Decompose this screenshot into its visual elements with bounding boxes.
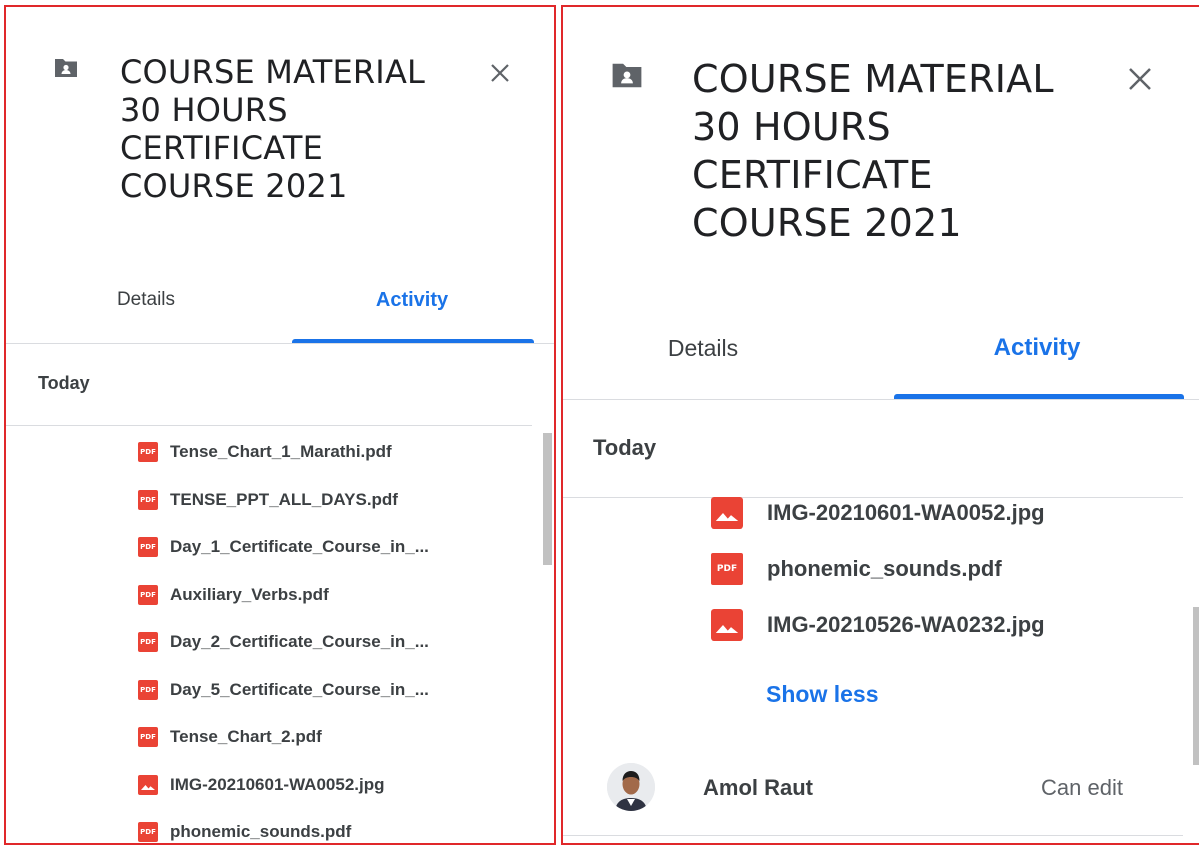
folder-title-line: COURSE 2021 [692, 201, 962, 245]
file-row[interactable]: PDF Tense_Chart_1_Marathi.pdf [138, 442, 392, 462]
avatar-photo-icon [607, 763, 655, 811]
permission-label[interactable]: Can edit [1041, 775, 1123, 801]
file-row[interactable]: PDF Day_1_Certificate_Course_in_... [138, 537, 429, 557]
pdf-file-icon: PDF [138, 727, 158, 747]
section-divider [6, 425, 532, 426]
scrollbar-thumb[interactable] [1193, 607, 1199, 765]
person-name: Amol Raut [703, 775, 813, 800]
file-name: phonemic_sounds.pdf [767, 556, 1002, 581]
folder-title-line: CERTIFICATE [692, 153, 933, 197]
image-file-icon [711, 497, 743, 529]
pdf-file-icon: PDF [138, 442, 158, 462]
tab-details[interactable]: Details [603, 335, 803, 362]
file-name: Day_5_Certificate_Course_in_... [170, 679, 429, 699]
tab-activity[interactable]: Activity [312, 289, 512, 312]
file-row[interactable]: IMG-20210601-WA0052.jpg [711, 497, 1045, 529]
file-row[interactable]: PDF Auxiliary_Verbs.pdf [138, 584, 329, 605]
file-name: phonemic_sounds.pdf [170, 822, 352, 841]
shared-folder-icon [55, 59, 77, 77]
tabs-divider [6, 343, 554, 344]
file-row[interactable]: PDF phonemic_sounds.pdf [711, 553, 1002, 585]
pdf-file-icon: PDF [711, 553, 743, 585]
folder-title-line: CERTIFICATE [120, 129, 324, 167]
folder-title: COURSE MATERIAL 30 HOURS CERTIFICATE COU… [120, 53, 425, 205]
activity-panel-left: COURSE MATERIAL 30 HOURS CERTIFICATE COU… [4, 5, 556, 845]
file-row[interactable]: IMG-20210601-WA0052.jpg [138, 774, 385, 795]
close-icon[interactable] [488, 61, 512, 85]
file-row[interactable]: PDF TENSE_PPT_ALL_DAYS.pdf [138, 489, 398, 510]
folder-title-line: COURSE MATERIAL [692, 57, 1054, 101]
file-name: IMG-20210601-WA0052.jpg [767, 500, 1045, 525]
tab-activity[interactable]: Activity [937, 334, 1137, 362]
section-label-today: Today [38, 373, 90, 393]
file-name: Day_2_Certificate_Course_in_... [170, 632, 429, 651]
tab-activity-label: Activity [375, 289, 449, 311]
scrollbar-thumb[interactable] [543, 433, 552, 565]
tabs-divider [563, 399, 1199, 400]
file-row[interactable]: PDF Day_5_Certificate_Course_in_... [138, 679, 429, 700]
shared-folder-icon [612, 63, 642, 88]
section-label-today: Today [593, 435, 657, 460]
file-name: IMG-20210601-WA0052.jpg [170, 774, 385, 794]
image-file-icon [138, 774, 158, 795]
file-row[interactable]: PDF Tense_Chart_2.pdf [138, 727, 322, 747]
pdf-file-icon: PDF [138, 584, 158, 605]
show-less-link[interactable]: Show less [766, 681, 878, 708]
file-name: Day_1_Certificate_Course_in_... [170, 537, 429, 556]
tab-activity-label: Activity [993, 334, 1081, 361]
file-row[interactable]: IMG-20210526-WA0232.jpg [711, 609, 1045, 641]
pdf-file-icon: PDF [138, 822, 158, 842]
folder-title-line: COURSE MATERIAL [120, 53, 426, 91]
pdf-file-icon: PDF [138, 537, 158, 557]
folder-title-line: COURSE 2021 [120, 167, 348, 205]
file-row[interactable]: PDF phonemic_sounds.pdf [138, 822, 351, 842]
folder-title: COURSE MATERIAL 30 HOURS CERTIFICATE COU… [692, 55, 1054, 247]
image-file-icon [711, 609, 743, 641]
file-name: Tense_Chart_1_Marathi.pdf [170, 442, 392, 461]
file-name: Tense_Chart_2.pdf [170, 727, 322, 746]
tab-details[interactable]: Details [46, 289, 246, 311]
activity-panel-right: COURSE MATERIAL 30 HOURS CERTIFICATE COU… [561, 5, 1199, 845]
pdf-file-icon: PDF [138, 632, 158, 652]
file-name: IMG-20210526-WA0232.jpg [767, 612, 1045, 637]
bottom-divider [563, 835, 1183, 836]
file-name: TENSE_PPT_ALL_DAYS.pdf [170, 489, 398, 509]
folder-title-line: 30 HOURS [692, 105, 891, 149]
pdf-file-icon: PDF [138, 679, 158, 700]
pdf-file-icon: PDF [138, 489, 158, 510]
close-icon[interactable] [1125, 64, 1155, 94]
file-name: Auxiliary_Verbs.pdf [170, 584, 329, 604]
folder-title-line: 30 HOURS [120, 91, 288, 129]
tab-details-label: Details [116, 289, 176, 310]
user-avatar [607, 763, 655, 811]
file-row[interactable]: PDF Day_2_Certificate_Course_in_... [138, 632, 429, 652]
tab-details-label: Details [667, 335, 739, 361]
